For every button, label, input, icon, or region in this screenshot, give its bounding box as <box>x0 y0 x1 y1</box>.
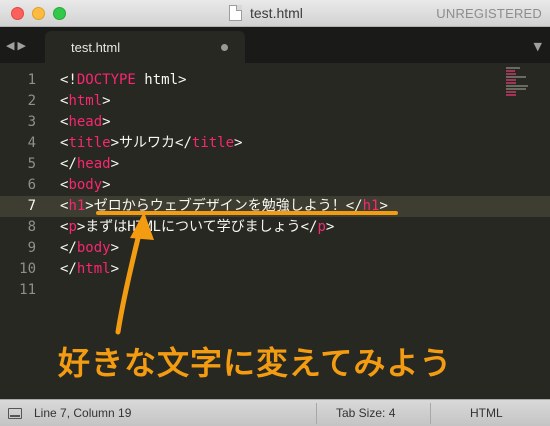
text-token: >サルワカ</ <box>110 135 192 151</box>
text-token: </ <box>60 240 77 256</box>
tab-label: test.html <box>71 40 121 55</box>
status-bar: Line 7, Column 19 Tab Size: 4 HTML <box>0 399 550 426</box>
text-token: > <box>110 156 120 172</box>
code-line[interactable]: <html> <box>60 91 111 112</box>
tag-name-token: p <box>317 219 326 235</box>
tag-name-token: h1 <box>68 198 86 214</box>
text-token: > <box>102 93 111 109</box>
tag-name-token: p <box>68 219 77 235</box>
annotation-caption: 好きな文字に変えてみよう <box>58 344 453 382</box>
tag-name-token: body <box>68 177 103 193</box>
line-number: 4 <box>27 135 36 151</box>
unregistered-label: UNREGISTERED <box>436 6 542 21</box>
text-token: > <box>110 261 120 277</box>
tab-navigation: ◀▶ <box>6 39 29 52</box>
code-line[interactable]: </head> <box>60 154 119 175</box>
document-icon <box>229 5 242 21</box>
line-number: 7 <box>27 198 36 214</box>
tab-size-selector[interactable]: Tab Size: 4 <box>336 406 395 420</box>
text-token: >まずはHTMLについて学びましょう</ <box>76 219 318 235</box>
minimize-window-button[interactable] <box>32 7 45 20</box>
cursor-position: Line 7, Column 19 <box>34 406 132 420</box>
code-line[interactable]: <p>まずはHTMLについて学びましょう</p> <box>60 217 334 238</box>
chevron-left-icon[interactable]: ◀ <box>6 39 17 52</box>
tag-name-token: head <box>76 156 111 172</box>
text-token: html> <box>135 72 187 88</box>
line-number: 10 <box>19 261 36 277</box>
text-token: <! <box>60 72 77 88</box>
tag-name-token: title <box>191 135 235 151</box>
tab-test-html[interactable]: test.html <box>45 31 245 63</box>
code-line[interactable]: <title>サルワカ</title> <box>60 133 242 154</box>
tag-name-token: title <box>68 135 111 151</box>
text-token: </ <box>60 261 77 277</box>
text-token: </ <box>60 156 77 172</box>
minimap[interactable] <box>506 67 528 101</box>
title-bar: test.html UNREGISTERED <box>0 0 550 27</box>
tag-name-token: html <box>76 261 111 277</box>
tag-name-token: head <box>68 114 103 130</box>
code-line[interactable]: <body> <box>60 175 111 196</box>
code-line[interactable]: <!DOCTYPE html> <box>60 70 186 91</box>
code-line[interactable]: </html> <box>60 259 119 280</box>
line-number: 9 <box>27 240 36 256</box>
text-token: > <box>110 240 120 256</box>
line-number: 6 <box>27 177 36 193</box>
line-number: 1 <box>27 72 36 88</box>
tab-bar: ◀▶ test.html ▼ <box>0 27 550 63</box>
line-number: 11 <box>19 282 36 298</box>
panel-toggle-icon[interactable] <box>8 408 22 419</box>
syntax-selector[interactable]: HTML <box>470 406 503 420</box>
window-title: test.html <box>250 5 303 21</box>
line-number: 2 <box>27 93 36 109</box>
tag-name-token: html <box>68 93 103 109</box>
tag-name-token: DOCTYPE <box>76 72 136 88</box>
text-token: > <box>102 177 111 193</box>
annotation-underline <box>96 211 398 215</box>
code-line[interactable]: <head> <box>60 112 111 133</box>
line-number: 5 <box>27 156 36 172</box>
unsaved-dot-icon[interactable] <box>221 44 228 51</box>
tag-name-token: body <box>76 240 111 256</box>
status-divider <box>316 403 317 424</box>
zoom-window-button[interactable] <box>53 7 66 20</box>
text-token: > <box>325 219 335 235</box>
close-window-button[interactable] <box>11 7 24 20</box>
line-number: 8 <box>27 219 36 235</box>
code-line[interactable]: </body> <box>60 238 119 259</box>
line-number: 3 <box>27 114 36 130</box>
tab-list-dropdown-icon[interactable]: ▼ <box>534 40 542 53</box>
status-divider <box>430 403 431 424</box>
text-token: > <box>102 114 111 130</box>
text-token: > <box>234 135 243 151</box>
chevron-right-icon[interactable]: ▶ <box>17 39 28 52</box>
